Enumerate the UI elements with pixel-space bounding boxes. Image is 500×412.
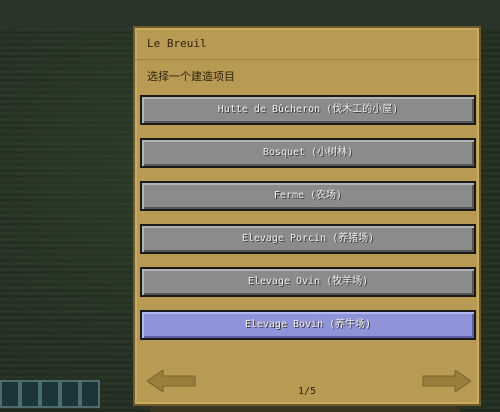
hotbar-slot[interactable] — [20, 380, 40, 408]
option-button-elevage-ovin[interactable]: Elevage Ovin (牧羊场) — [140, 267, 476, 297]
hotbar — [0, 380, 100, 412]
option-button-ferme[interactable]: Ferme (农场) — [140, 181, 476, 211]
title-divider — [135, 59, 479, 60]
dialog-subtitle: 选择一个建造项目 — [147, 70, 235, 83]
arrow-right-icon[interactable] — [421, 370, 471, 392]
build-project-dialog: Le Breuil 选择一个建造项目 Hutte de Bûcheron (伐木… — [133, 26, 481, 406]
hotbar-slot[interactable] — [0, 380, 20, 408]
dialog-title: Le Breuil — [147, 37, 207, 50]
world-top-strip — [0, 0, 500, 28]
hotbar-slot[interactable] — [80, 380, 100, 408]
option-button-elevage-porcin[interactable]: Elevage Porcin (养猪场) — [140, 224, 476, 254]
option-button-elevage-bovin[interactable]: Elevage Bovin (养牛场) — [140, 310, 476, 340]
option-button-bosquet[interactable]: Bosquet (小树林) — [140, 138, 476, 168]
hotbar-slot[interactable] — [40, 380, 60, 408]
option-button-hutte-de-bucheron[interactable]: Hutte de Bûcheron (伐木工的小屋) — [140, 95, 476, 125]
hotbar-slot[interactable] — [60, 380, 80, 408]
